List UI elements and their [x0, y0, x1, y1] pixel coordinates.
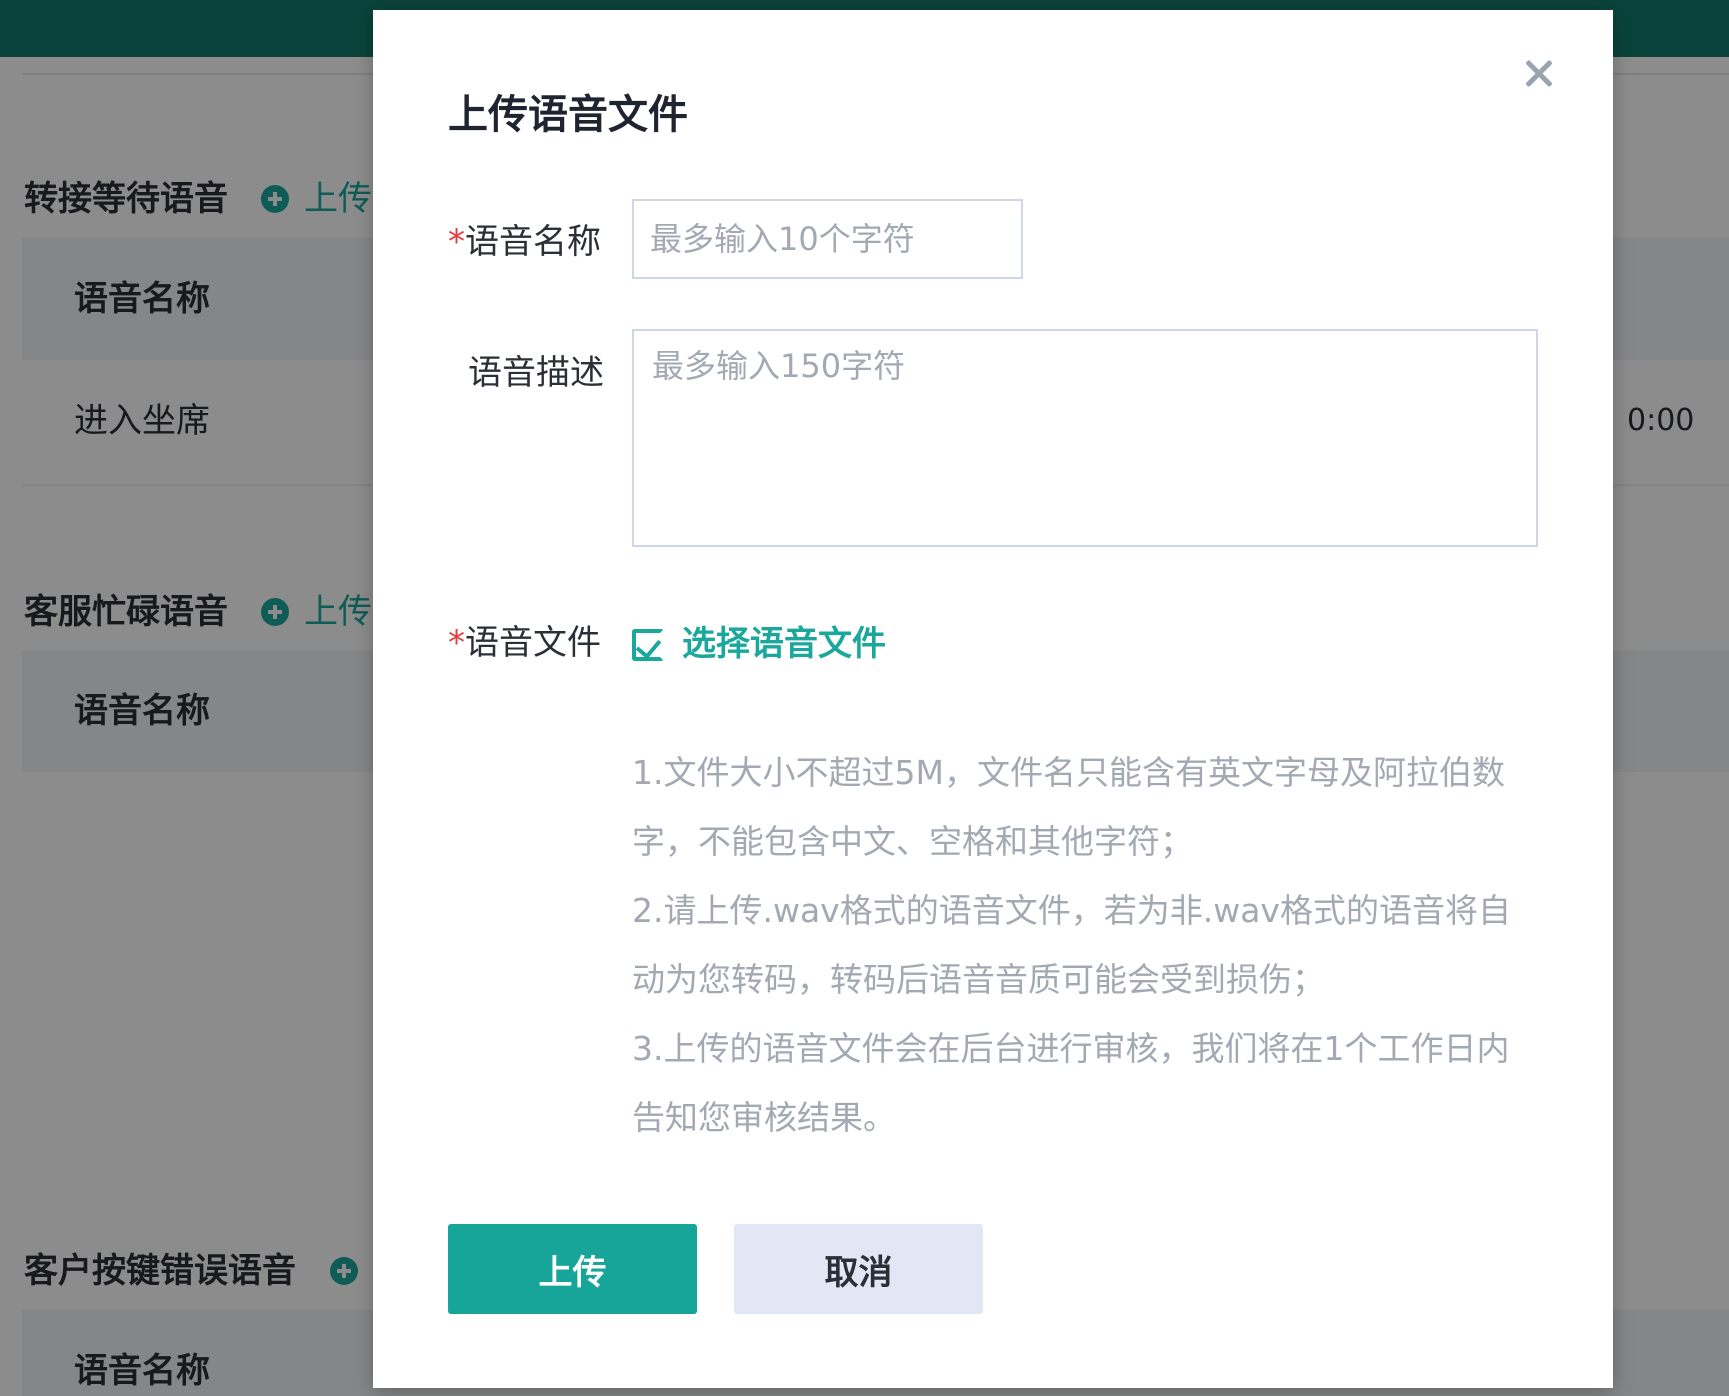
voice-name-label-text: 语音名称	[465, 222, 601, 262]
upload-button[interactable]: 上传	[448, 1224, 697, 1314]
instruction-item: 1.文件大小不超过5M，文件名只能含有英文字母及阿拉伯数字，不能包含中文、空格和…	[632, 753, 1505, 861]
upload-instructions: 1.文件大小不超过5M，文件名只能含有英文字母及阿拉伯数字，不能包含中文、空格和…	[632, 738, 1532, 1152]
select-voice-file-label: 选择语音文件	[682, 624, 886, 664]
close-icon[interactable]	[1519, 54, 1559, 94]
voice-name-label: *语音名称	[448, 218, 601, 266]
upload-voice-dialog: 上传语音文件 *语音名称 语音描述 *语音文件 选择语音文件 1.文件大小不超过…	[373, 10, 1613, 1388]
dialog-title: 上传语音文件	[448, 92, 688, 138]
select-voice-file-button[interactable]: 选择语音文件	[632, 619, 886, 669]
voice-description-textarea[interactable]	[632, 329, 1538, 547]
checkbox-icon	[632, 629, 664, 661]
voice-file-label-text: 语音文件	[465, 623, 601, 663]
instruction-item: 3.上传的语音文件会在后台进行审核，我们将在1个工作日内告知您审核结果。	[632, 1029, 1510, 1137]
cancel-button[interactable]: 取消	[734, 1224, 983, 1314]
instruction-item: 2.请上传.wav格式的语音文件，若为非.wav格式的语音将自动为您转码，转码后…	[632, 891, 1511, 999]
required-mark: *	[448, 222, 465, 262]
voice-name-input[interactable]	[632, 199, 1023, 279]
required-mark: *	[448, 623, 465, 663]
voice-description-label: 语音描述	[468, 353, 604, 393]
voice-file-label: *语音文件	[448, 619, 601, 667]
